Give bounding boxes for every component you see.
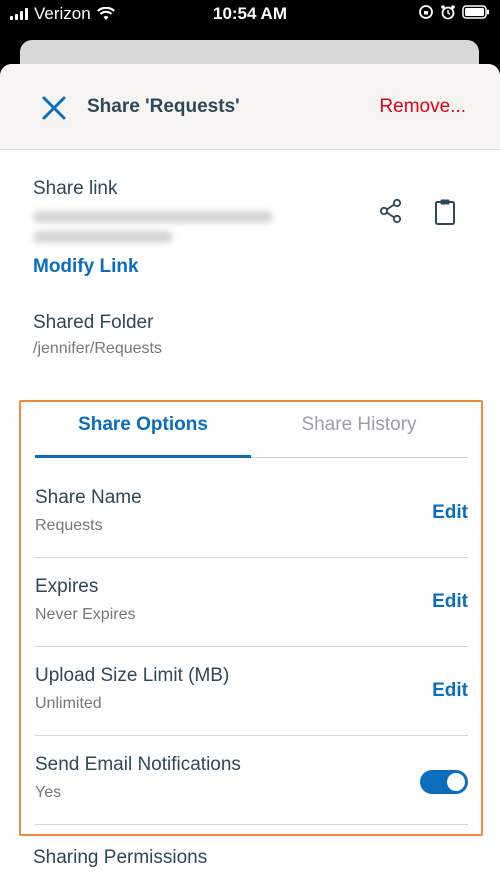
sheet-header: Share 'Requests' Remove... <box>0 64 500 150</box>
sharing-permissions-label[interactable]: Sharing Permissions <box>33 847 207 869</box>
status-right <box>418 4 490 20</box>
shared-folder-label: Shared Folder <box>33 312 154 333</box>
active-tab-indicator <box>35 455 251 458</box>
option-value: Yes <box>35 784 62 801</box>
edit-expires-button[interactable]: Edit <box>432 591 468 613</box>
share-link-label: Share link <box>33 178 118 199</box>
share-icon[interactable] <box>378 198 404 224</box>
battery-icon <box>462 5 489 19</box>
alarm-icon <box>441 5 455 20</box>
option-value: Unlimited <box>35 695 102 712</box>
option-title: Upload Size Limit (MB) <box>35 665 230 686</box>
tab-bar: Share Options Share History <box>35 402 468 458</box>
modify-link-button[interactable]: Modify Link <box>33 256 139 278</box>
option-value: Requests <box>35 517 103 534</box>
option-email-notifications: Send Email Notifications Yes <box>35 736 468 825</box>
status-bar: Verizon 10:54 AM <box>0 0 500 30</box>
option-title: Expires <box>35 576 99 597</box>
option-upload-size-limit: Upload Size Limit (MB) Unlimited Edit <box>35 647 468 736</box>
clipboard-icon[interactable] <box>432 198 458 226</box>
tab-share-history[interactable]: Share History <box>251 414 467 436</box>
option-expires: Expires Never Expires Edit <box>35 558 468 647</box>
tab-share-options[interactable]: Share Options <box>35 414 251 436</box>
redacted-share-url <box>33 206 283 243</box>
option-share-name: Share Name Requests Edit <box>35 469 468 558</box>
share-sheet: Share 'Requests' Remove... Share link Mo… <box>0 64 500 889</box>
remove-button[interactable]: Remove... <box>379 96 466 118</box>
lock-rotation-icon <box>419 5 433 19</box>
option-title: Share Name <box>35 487 142 508</box>
edit-share-name-button[interactable]: Edit <box>432 502 468 524</box>
close-icon[interactable] <box>40 94 68 122</box>
option-title: Send Email Notifications <box>35 754 241 775</box>
edit-upload-size-limit-button[interactable]: Edit <box>432 680 468 702</box>
option-value: Never Expires <box>35 606 136 623</box>
share-options-panel: Share Options Share History Share Name R… <box>19 400 483 836</box>
shared-folder-path: /jennifer/Requests <box>33 340 162 357</box>
toggle-knob <box>447 773 465 791</box>
email-notifications-toggle[interactable] <box>420 770 468 794</box>
sheet-title: Share 'Requests' <box>87 96 240 117</box>
